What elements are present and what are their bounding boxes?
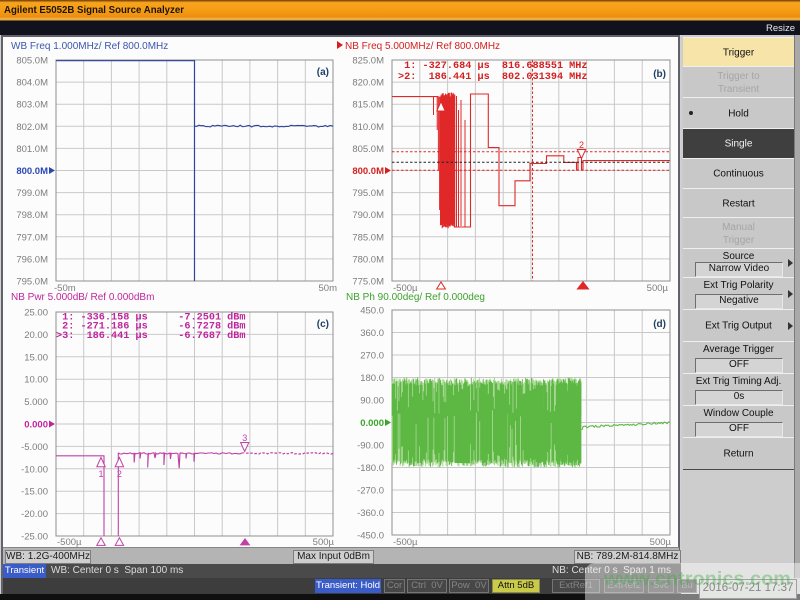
svg-text:797.0M: 797.0M bbox=[16, 232, 48, 243]
svg-text:-90.00: -90.00 bbox=[357, 441, 384, 452]
svg-text:-5.000: -5.000 bbox=[21, 442, 48, 453]
svg-text:1: -327.684 µs 816.688551 MHz: 1: -327.684 µs 816.688551 MHz bbox=[398, 61, 588, 72]
svg-text:1: 1 bbox=[98, 469, 103, 479]
svg-text:-10.00: -10.00 bbox=[21, 464, 48, 475]
svg-text:810.0M: 810.0M bbox=[352, 122, 384, 133]
svg-text:805.0M: 805.0M bbox=[352, 144, 384, 155]
svg-text:NB Freq 5.000MHz/ Ref 800.0MHz: NB Freq 5.000MHz/ Ref 800.0MHz bbox=[345, 41, 500, 52]
svg-text:800.0M: 800.0M bbox=[16, 166, 48, 177]
svg-text:>2: 186.441 µs 802.031394 MH: >2: 186.441 µs 802.031394 MHz bbox=[398, 72, 588, 83]
svg-text:(b): (b) bbox=[653, 69, 666, 80]
svg-text:-180.0: -180.0 bbox=[357, 463, 384, 474]
svg-text:785.0M: 785.0M bbox=[352, 232, 384, 243]
svg-text:90.00: 90.00 bbox=[360, 396, 384, 407]
svg-text:795.0M: 795.0M bbox=[16, 277, 48, 288]
svg-text:360.0: 360.0 bbox=[360, 328, 384, 339]
svg-text:25.00: 25.00 bbox=[24, 308, 48, 319]
svg-text:775.0M: 775.0M bbox=[352, 277, 384, 288]
svg-text:820.0M: 820.0M bbox=[352, 78, 384, 89]
svg-text:2: 2 bbox=[117, 469, 122, 479]
svg-text:0.000: 0.000 bbox=[24, 420, 48, 431]
svg-text:WB Freq 1.000MHz/ Ref 800.0MHz: WB Freq 1.000MHz/ Ref 800.0MHz bbox=[11, 41, 168, 52]
svg-text:825.0M: 825.0M bbox=[352, 56, 384, 67]
svg-text:500µ: 500µ bbox=[647, 283, 669, 294]
svg-text:180.0: 180.0 bbox=[360, 373, 384, 384]
svg-text:-20.00: -20.00 bbox=[21, 509, 48, 520]
svg-text:NB Pwr 5.000dB/ Ref 0.000dBm: NB Pwr 5.000dB/ Ref 0.000dBm bbox=[11, 292, 154, 303]
svg-text:804.0M: 804.0M bbox=[16, 78, 48, 89]
svg-text:-25.00: -25.00 bbox=[21, 532, 48, 543]
svg-text:10.00: 10.00 bbox=[24, 375, 48, 386]
svg-text:2: 2 bbox=[579, 140, 584, 150]
svg-text:(a): (a) bbox=[317, 67, 329, 78]
svg-text:801.0M: 801.0M bbox=[16, 144, 48, 155]
svg-text:>3: 186.441 µs -6.7687 dB: >3: 186.441 µs -6.7687 dBm bbox=[56, 330, 246, 342]
svg-text:0.000: 0.000 bbox=[360, 418, 384, 429]
svg-text:802.0M: 802.0M bbox=[16, 122, 48, 133]
svg-text:NB Ph 90.00deg/ Ref 0.000deg: NB Ph 90.00deg/ Ref 0.000deg bbox=[346, 292, 485, 303]
svg-text:1: 1 bbox=[438, 115, 443, 125]
svg-text:-270.0: -270.0 bbox=[357, 486, 384, 497]
svg-text:795.0M: 795.0M bbox=[352, 188, 384, 199]
svg-text:5.000: 5.000 bbox=[24, 397, 48, 408]
svg-text:800.0M: 800.0M bbox=[352, 166, 384, 177]
svg-text:(d): (d) bbox=[653, 319, 666, 330]
svg-text:15.00: 15.00 bbox=[24, 352, 48, 363]
svg-text:270.0: 270.0 bbox=[360, 351, 384, 362]
svg-text:798.0M: 798.0M bbox=[16, 210, 48, 221]
svg-text:-15.00: -15.00 bbox=[21, 487, 48, 498]
svg-text:450.0: 450.0 bbox=[360, 306, 384, 317]
svg-text:790.0M: 790.0M bbox=[352, 210, 384, 221]
svg-text:-360.0: -360.0 bbox=[357, 508, 384, 519]
svg-text:805.0M: 805.0M bbox=[16, 56, 48, 67]
svg-text:20.00: 20.00 bbox=[24, 330, 48, 341]
svg-text:-450.0: -450.0 bbox=[357, 531, 384, 542]
svg-text:796.0M: 796.0M bbox=[16, 254, 48, 265]
svg-text:(c): (c) bbox=[317, 319, 329, 330]
svg-text:799.0M: 799.0M bbox=[16, 188, 48, 199]
svg-text:780.0M: 780.0M bbox=[352, 254, 384, 265]
svg-text:50m: 50m bbox=[319, 283, 338, 294]
svg-text:803.0M: 803.0M bbox=[16, 100, 48, 111]
svg-text:815.0M: 815.0M bbox=[352, 100, 384, 111]
svg-text:3: 3 bbox=[242, 433, 247, 443]
